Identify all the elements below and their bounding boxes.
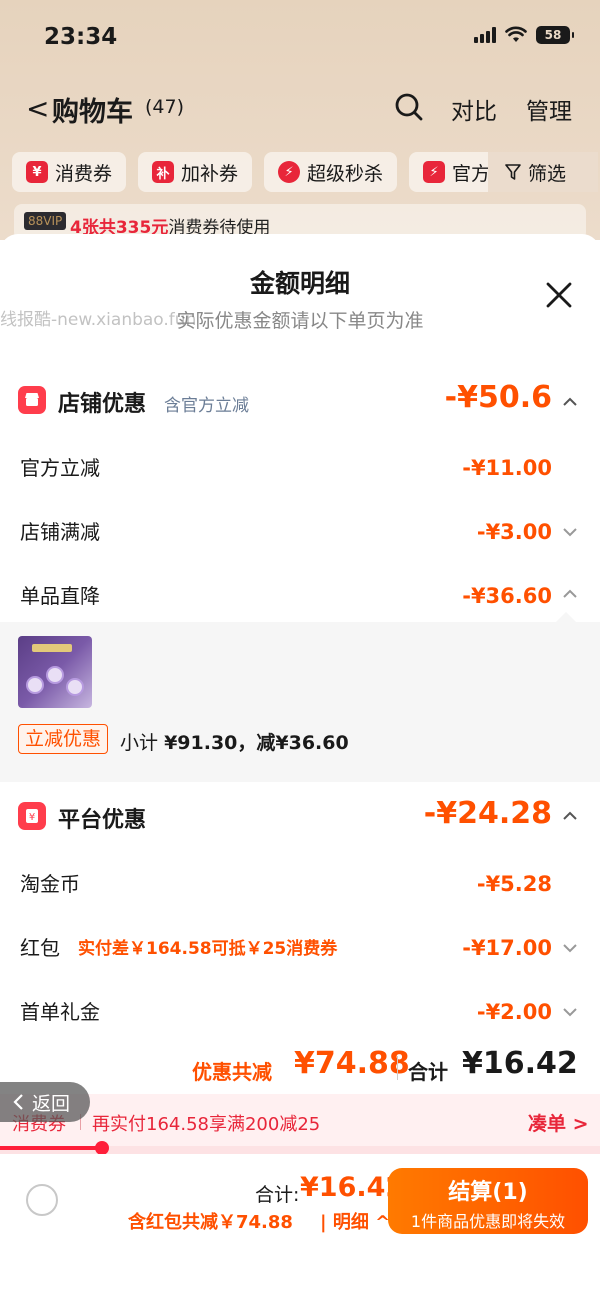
discount-summary: 优惠共减 ¥74.88 合计 ¥16.42 [0, 1046, 578, 1086]
sheet-title: 金额明细 [249, 269, 350, 298]
signal-icon [474, 27, 496, 43]
close-icon[interactable] [542, 278, 576, 312]
filter-icon [505, 164, 521, 180]
add-items-label: 凑单 [528, 1113, 567, 1135]
store-discount-amount: -¥50.6 [444, 380, 552, 415]
wifi-icon [505, 26, 527, 42]
chevron-down-icon[interactable] [561, 942, 579, 954]
lightning-icon: ⚡ [423, 161, 446, 183]
subsidy-icon: 补 [152, 161, 175, 183]
filter-label: 筛选 [528, 162, 567, 185]
nav-bar: < 购物车 (47) 对比 管理 [0, 82, 600, 134]
checkout-sublabel: 1件商品优惠即将失效 [410, 1212, 566, 1231]
store-discount-title: 店铺优惠 [58, 392, 147, 417]
platform-row-amount: -¥5.28 [476, 872, 552, 896]
detail-toggle[interactable]: | 明细 ^ [320, 1208, 390, 1234]
platform-row-amount: -¥17.00 [462, 936, 552, 960]
total-save-value: ¥74.88 [294, 1046, 410, 1081]
checkout-button[interactable]: 结算(1) 1件商品优惠即将失效 [388, 1168, 588, 1234]
coupon-progress-fill [0, 1146, 102, 1150]
chevron-up-icon[interactable] [561, 810, 579, 822]
platform-discount-amount: -¥24.28 [423, 796, 552, 831]
item-subtotal: 小计 ¥91.30，减¥36.60 [120, 728, 349, 755]
subtotal-label: 小计 [120, 732, 159, 754]
chevron-right-icon: > [572, 1113, 589, 1135]
compare-button[interactable]: 对比 [451, 92, 497, 126]
chip-label: 官方 [452, 162, 491, 185]
platform-row-amount: -¥2.00 [476, 1000, 552, 1024]
lightning-icon: ⚡ [278, 161, 301, 183]
store-row-label: 店铺满减 [20, 520, 100, 544]
filter-button[interactable]: 筛选 [488, 152, 598, 192]
total-pay-value: ¥16.42 [462, 1046, 578, 1081]
back-button[interactable]: 返回 [0, 1082, 90, 1122]
store-row-label: 官方立减 [20, 456, 100, 480]
battery-icon: 58 [536, 26, 574, 44]
chip-label: 加补券 [181, 162, 239, 185]
status-time: 23:34 [44, 24, 118, 50]
coupon-progress-bar[interactable]: 消费券 再实付164.58享满200减25 凑单 > [0, 1094, 600, 1146]
checkout-bar: 合计: ¥16.42 含红包共减￥74.88 | 明细 ^ 结算(1) 1件商品… [0, 1154, 600, 1298]
product-detail-box: 立减优惠 小计 ¥91.30，减¥36.60 [0, 622, 600, 782]
detail-label: 明细 [332, 1212, 369, 1233]
back-icon[interactable]: < [26, 92, 49, 125]
bottom-discount-text: 含红包共减￥74.88 [128, 1212, 293, 1233]
chevron-left-icon [13, 1094, 23, 1110]
platform-discount-title: 平台优惠 [58, 808, 147, 833]
add-items-link[interactable]: 凑单 > [528, 1109, 589, 1136]
store-row-amount: -¥36.60 [462, 584, 552, 608]
total-save-label: 优惠共减 [192, 1060, 272, 1084]
manage-button[interactable]: 管理 [526, 92, 572, 126]
platform-icon: ¥ [18, 802, 46, 830]
watermark: 线报酷-new.xianbao.fun [0, 310, 197, 330]
coupon-message: 再实付164.58享满200减25 [92, 1114, 321, 1135]
platform-row-label: 红包 [20, 936, 60, 960]
store-row-amount: -¥11.00 [462, 456, 552, 480]
chip-subsidy[interactable]: 补加补券 [138, 152, 253, 192]
status-icons: 58 [474, 26, 574, 44]
bottom-total-label: 合计: [255, 1184, 300, 1206]
chip-label: 超级秒杀 [307, 162, 384, 185]
store-icon [18, 386, 46, 414]
chevron-down-icon[interactable] [561, 1006, 579, 1018]
back-label: 返回 [32, 1092, 71, 1115]
subtotal-value: ¥91.30 [164, 732, 238, 754]
reduce-value: ，减¥36.60 [237, 732, 349, 754]
coupon-progress-knob [95, 1141, 109, 1155]
red-packet-note: 实付差￥164.58可抵￥25消费券 [78, 939, 338, 959]
select-all-checkbox[interactable] [26, 1184, 58, 1216]
coupon-progress-track [0, 1141, 600, 1155]
chevron-up-icon[interactable] [561, 396, 579, 408]
vip-badge: 88VIP [24, 212, 67, 230]
expand-pointer [556, 612, 576, 622]
chip-label: 消费券 [55, 162, 113, 185]
svg-text:¥: ¥ [29, 812, 35, 823]
platform-row-label: 首单礼金 [20, 1000, 100, 1024]
instant-reduce-tag: 立减优惠 [18, 724, 109, 754]
checkout-label: 结算(1) [448, 1180, 528, 1205]
status-bar: 23:34 58 [0, 0, 600, 76]
coupon-icon: ¥ [26, 161, 48, 183]
page-title: 购物车 [52, 97, 133, 128]
chip-flash-sale[interactable]: ⚡ 超级秒杀 [264, 152, 398, 192]
chip-coupon[interactable]: ¥ 消费券 [12, 152, 127, 192]
chevron-up-icon[interactable] [561, 588, 579, 600]
filter-chips: ¥ 消费券 补加补券 ⚡ 超级秒杀 ⚡ 官方 [12, 152, 505, 194]
store-discount-note: 含官方立减 [164, 396, 249, 416]
divider [397, 1056, 398, 1080]
cart-count: (47) [145, 96, 185, 118]
store-row-label: 单品直降 [20, 584, 100, 608]
background-page: 23:34 58 < 购物车 (47) 对比 管理 ¥ 消费券 补加补券 ⚡ 超级秒… [0, 0, 600, 240]
product-thumbnail[interactable] [18, 636, 92, 708]
total-pay-label: 合计 [408, 1060, 448, 1084]
chevron-down-icon[interactable] [561, 526, 579, 538]
store-row-amount: -¥3.00 [476, 520, 552, 544]
platform-row-label: 淘金币 [20, 872, 80, 896]
search-icon[interactable] [394, 92, 424, 122]
